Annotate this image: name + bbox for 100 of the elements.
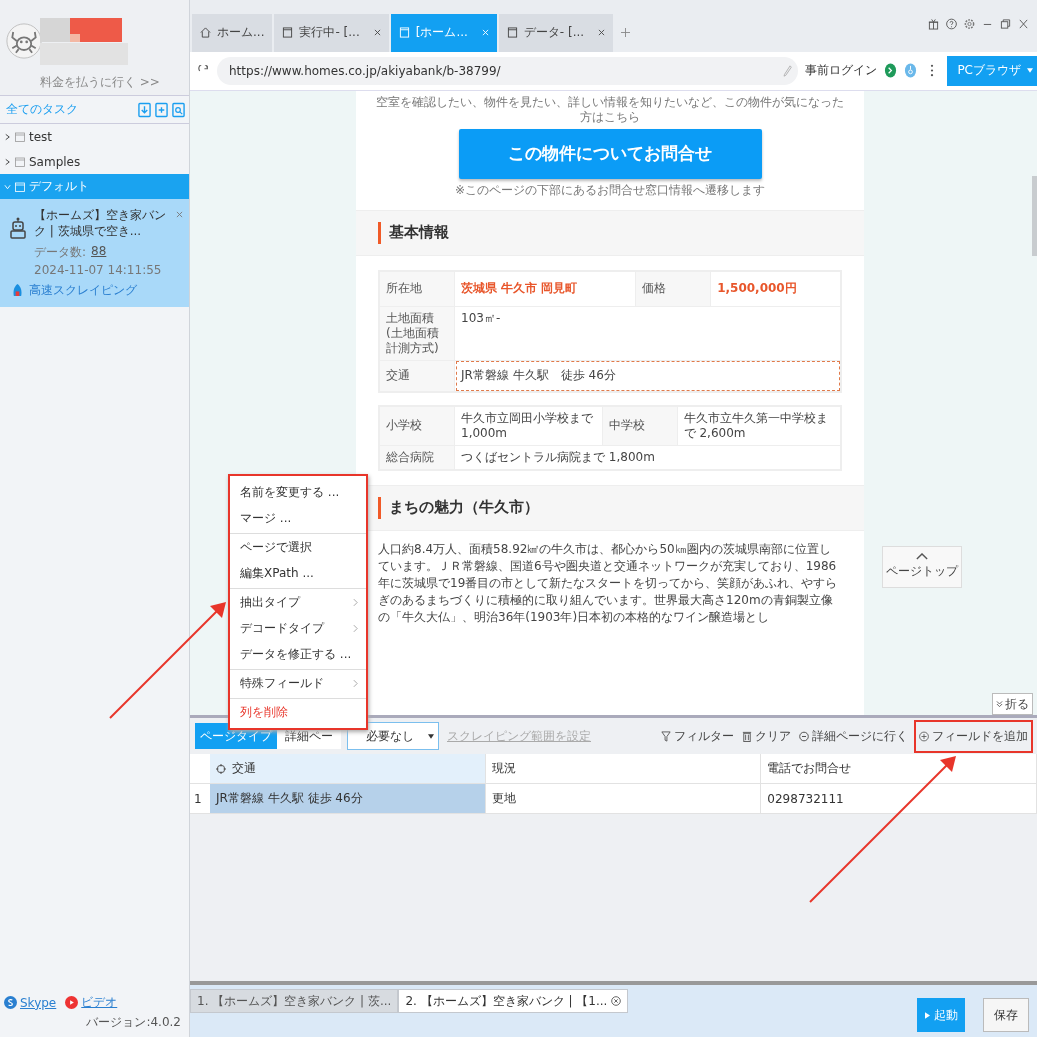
data-count-label: データ数: (34, 244, 87, 261)
chevron-icon (353, 678, 358, 688)
all-tasks-title: 全てのタスク (6, 101, 78, 118)
caret-icon (428, 733, 434, 739)
menu-item[interactable]: デコードタイプ (230, 615, 366, 641)
close-icon[interactable] (598, 29, 606, 37)
version-label: バージョン:4.0.2 (86, 1014, 181, 1031)
rocket-icon (12, 284, 23, 297)
minus-circle-icon (799, 730, 809, 742)
help-icon[interactable] (946, 18, 957, 30)
skype-icon (4, 996, 17, 1009)
data-count-link[interactable]: 88 (91, 244, 107, 261)
folder-icon (15, 181, 25, 192)
folder-item[interactable]: test (0, 124, 189, 149)
add-icon[interactable] (155, 101, 168, 118)
menu-item[interactable]: マージ ... (230, 505, 366, 531)
toolbar-button[interactable]: フィールドを追加 (914, 719, 1033, 753)
task-tab[interactable]: 2. 【ホームズ】空き家バンク | 【1... (398, 989, 629, 1014)
settings-icon[interactable] (964, 18, 975, 30)
info-label: 小学校 (379, 405, 455, 446)
info-label: 価格 (635, 270, 711, 307)
info-label: 中学校 (602, 405, 678, 446)
document-icon (282, 27, 294, 39)
scrollbar-thumb[interactable] (1032, 175, 1037, 256)
folder-item[interactable]: Samples (0, 149, 189, 174)
browser-tab[interactable]: 実行中- [... (274, 13, 389, 52)
house-icon (200, 27, 211, 39)
pre-login-link[interactable]: 事前ログイン (805, 62, 878, 80)
toolbar-button[interactable]: 詳細ページに行く (797, 719, 910, 753)
row-number: 1 (193, 790, 203, 808)
info-value: 牛久市立岡田小学校まで 1,000m (454, 405, 603, 446)
chevron-icon (353, 597, 358, 607)
menu-item[interactable]: 編集XPath ... (230, 560, 366, 586)
chevron-icon (4, 157, 11, 166)
chevron-icon (353, 623, 358, 633)
menu-item[interactable]: 列を削除 (230, 698, 366, 725)
task-date: 2024-11-07 14:11:55 (34, 263, 162, 277)
close-icon[interactable] (611, 996, 622, 1007)
info-label: 総合病院 (379, 445, 455, 470)
fold-button[interactable]: 折る (992, 693, 1033, 716)
filter-icon (661, 730, 671, 742)
plus-circle-icon (919, 730, 929, 742)
document-icon (506, 27, 518, 39)
info-value: 茨城県 牛久市 岡見町 (454, 270, 636, 307)
scrape-mode: 高速スクレイピング (29, 282, 137, 299)
target-icon (216, 763, 226, 774)
menu-item[interactable]: 抽出タイプ (230, 588, 366, 615)
caret-icon (1027, 68, 1033, 74)
info-label: 所在地 (379, 270, 455, 307)
skype-link[interactable]: Skype (20, 995, 57, 1010)
restore-icon[interactable] (1000, 18, 1011, 30)
toolbar-button[interactable]: フィルター (659, 719, 736, 753)
play-icon (924, 1011, 930, 1019)
menu-item[interactable]: 名前を変更する ... (230, 479, 366, 505)
browser-tab[interactable]: ホーム... (192, 13, 273, 52)
section-title: まちの魅力（牛久市） (389, 498, 539, 518)
chevron-icon (996, 700, 1003, 709)
url-field[interactable]: https://www.homes.co.jp/akiyabank/b-38799/ (217, 56, 799, 85)
menu-item[interactable]: ページで選択 (230, 533, 366, 560)
menu-item[interactable]: 特殊フィールド (230, 669, 366, 696)
chevron-icon (4, 182, 11, 191)
menu-item[interactable]: データを修正する ... (230, 641, 366, 667)
trash-icon (742, 730, 752, 742)
document-icon (398, 27, 410, 39)
chevron-icon (4, 132, 11, 141)
task-title: 【ホームズ】空き家バンク | 茨城県で空き... (34, 207, 167, 239)
table-cell: 更地 (485, 784, 762, 814)
extension-icon[interactable] (904, 63, 918, 79)
close-icon[interactable] (373, 29, 381, 37)
info-label: 交通 (379, 360, 455, 392)
info-label: 土地面積(土地面積計測方式) (379, 306, 455, 361)
search-icon[interactable] (172, 101, 185, 118)
info-value: JR常磐線 牛久駅 徒歩 46分 (454, 360, 841, 392)
browser-tab[interactable]: データ- [... (498, 13, 614, 52)
task-card[interactable]: 【ホームズ】空き家バンク | 茨城県で空き... データ数: 88 2024-11-07 14:11:55 高速スクレイピング (0, 199, 189, 307)
gift-icon[interactable] (928, 18, 939, 30)
cta-subnote: ※このページの下部にあるお問合せ窓口情報へ遷移します (453, 182, 767, 198)
video-link[interactable]: ビデオ (81, 994, 118, 1011)
extension-icon[interactable] (884, 63, 898, 79)
video-icon (65, 996, 79, 1009)
more-icon[interactable] (930, 64, 935, 78)
column-header[interactable]: 交通 (210, 754, 486, 784)
cta-note: 空室を確認したい、物件を見たい、詳しい情報を知りたいなど、この物件が気になった方はこちら (375, 94, 845, 125)
chevron-icon (916, 553, 928, 561)
town-description: 人口約8.4万人、面積58.92㎢の牛久市は、都心から50㎞圏内の茨城県南部に位置しています。ＪＲ常磐線、国道6号や圏央道と交通ネットワークが充実しており、1986年に茨城県で19番目の市として新たなスタートを切ってから、笑顔があふれ、やすらぎのあるまちづくりに積極的に取り組んでいます。世界最大高さ120mの青銅製立像の「牛久大仏」、明治36年(1903年)日本初の本格的なワイン醸造場とし (378, 540, 839, 626)
toolbar-button[interactable]: クリア (740, 719, 793, 753)
page-top-button[interactable]: ページトップ (882, 545, 962, 588)
folder-icon (15, 156, 25, 167)
close-icon[interactable] (1018, 18, 1029, 30)
robot-icon (10, 217, 26, 239)
task-tab[interactable]: 1. 【ホームズ】空き家バンク | 茨... (190, 989, 399, 1014)
avatar-icon (6, 20, 42, 62)
column-header[interactable]: 現況 (485, 754, 762, 784)
paging-select[interactable]: 必要なし (347, 722, 439, 751)
close-icon[interactable] (176, 211, 183, 218)
section-title: 基本情報 (389, 223, 449, 243)
folder-icon (15, 131, 25, 142)
save-button[interactable]: 保存 (983, 998, 1029, 1033)
import-icon[interactable] (138, 101, 151, 118)
new-tab-icon[interactable] (621, 27, 631, 37)
